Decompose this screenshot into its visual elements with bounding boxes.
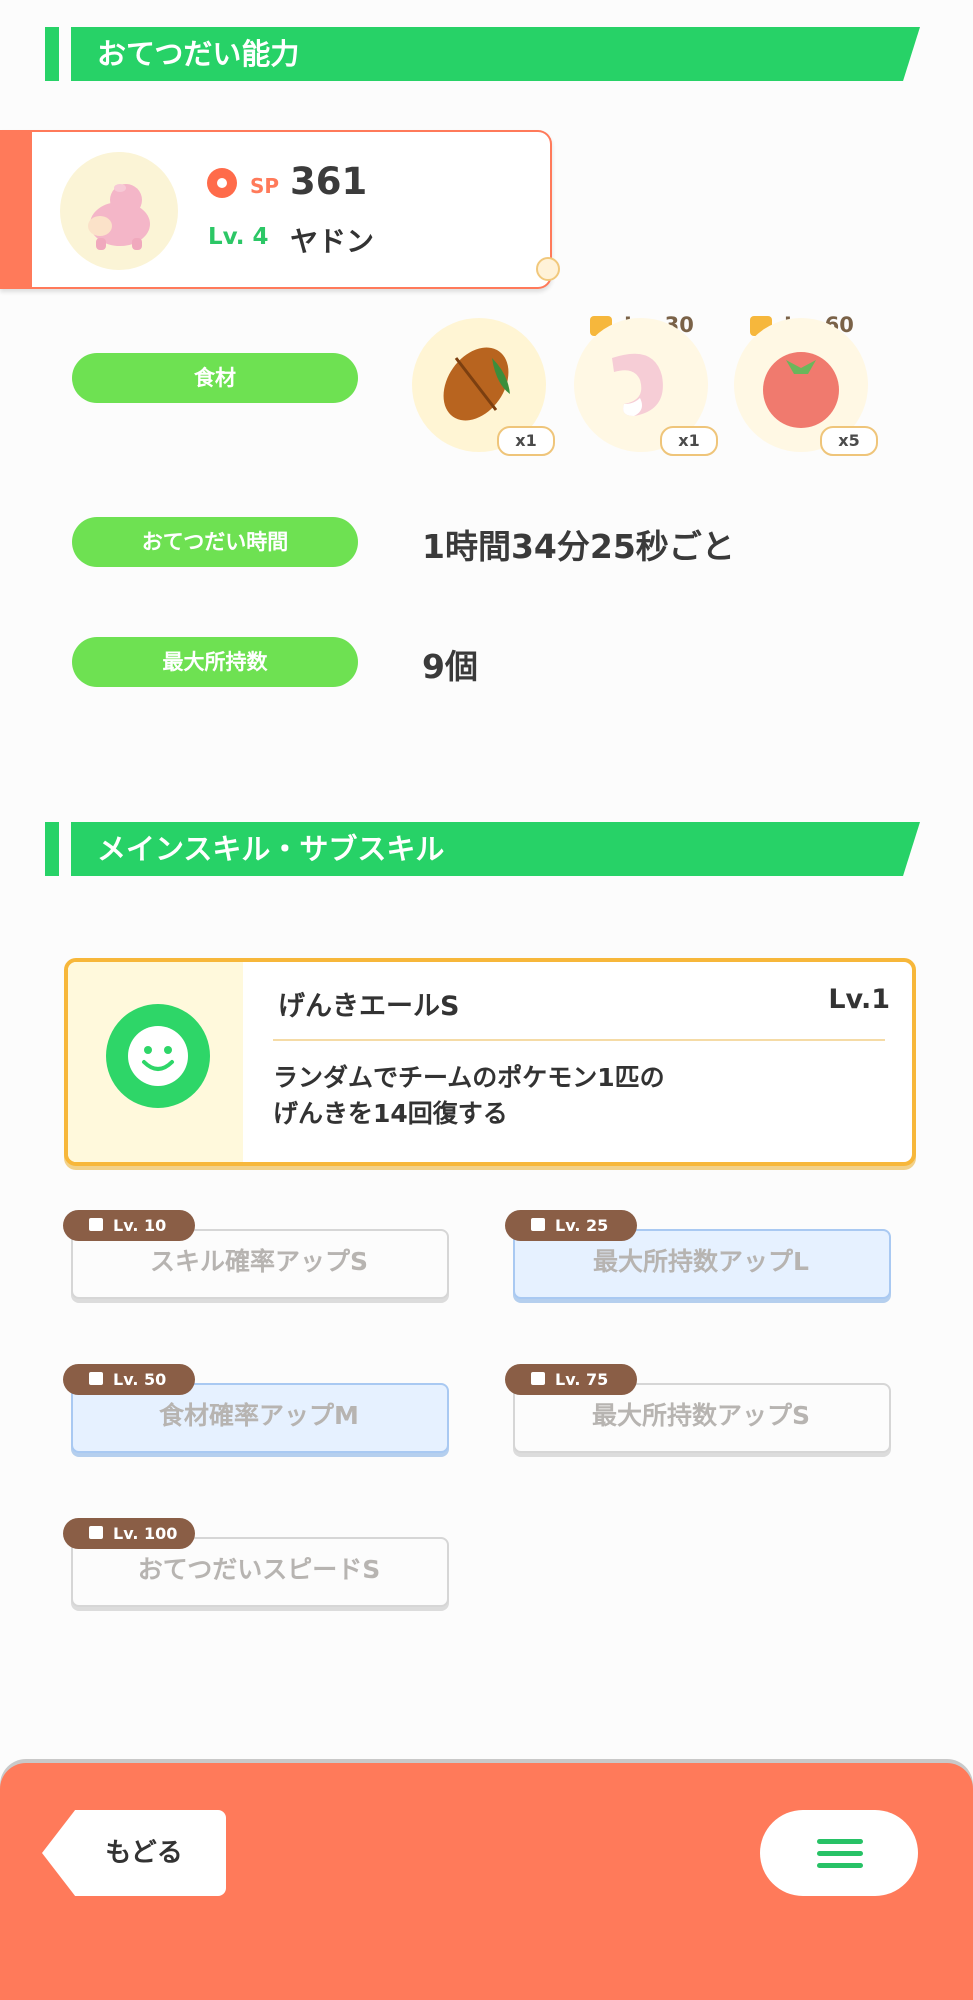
lock-icon [531,1372,545,1385]
lock-icon [89,1218,103,1231]
unlock-level: Lv. 10 [113,1216,167,1235]
pokemon-avatar [60,152,178,270]
smile-icon [106,1004,210,1108]
unlock-badge: Lv. 10 [63,1210,195,1241]
back-button[interactable]: もどる [42,1810,226,1896]
unlock-level: Lv. 50 [113,1370,167,1389]
section-title: メインスキル・サブスキル [97,832,445,866]
main-skill-level: Lv.1 [828,984,890,1015]
pokemon-card[interactable]: SP 361 Lv. 4 ヤドン [0,130,560,289]
desc-line: げんきを14回復する [273,1099,508,1128]
lock-icon [89,1526,103,1539]
section-header-accent [45,27,59,81]
section-header-ability: おてつだい能力 [45,27,920,81]
ingredient-1-qty: x1 [497,426,555,456]
main-skill-name: げんきエールS [278,991,460,1022]
sub-skill-1[interactable]: スキル確率アップS Lv. 10 [63,1210,449,1299]
unlock-badge: Lv. 100 [63,1518,195,1549]
unlock-level: Lv. 25 [555,1216,609,1235]
section-header-accent [45,822,59,876]
card-accent [0,132,32,287]
help-time-label: おてつだい時間 [72,517,358,567]
unlock-level: Lv. 100 [113,1524,178,1543]
back-label: もどる [105,1838,183,1868]
divider [273,1039,885,1041]
section-title: おてつだい能力 [97,37,300,71]
ingredients-label: 食材 [72,353,358,403]
main-skill-card[interactable]: げんきエールS Lv.1 ランダムでチームのポケモン1匹の げんきを14回復する [64,958,916,1166]
ingredient-3-qty: x5 [820,426,878,456]
sub-skill-3[interactable]: 食材確率アップM Lv. 50 [63,1364,449,1453]
sp-label: SP [250,174,280,198]
sp-value: 361 [290,160,368,203]
card-tab-indicator [536,257,560,281]
unlock-badge: Lv. 75 [505,1364,637,1395]
unlock-badge: Lv. 50 [63,1364,195,1395]
desc-line: ランダムでチームのポケモン1匹の [273,1063,665,1092]
lock-icon [531,1218,545,1231]
main-skill-description: ランダムでチームのポケモン1匹の げんきを14回復する [273,1060,873,1132]
max-carry-label: 最大所持数 [72,637,358,687]
sub-skill-5[interactable]: おてつだいスピードS Lv. 100 [63,1518,449,1607]
unlock-badge: Lv. 25 [505,1210,637,1241]
sub-skill-4[interactable]: 最大所持数アップS Lv. 75 [505,1364,891,1453]
menu-button[interactable] [760,1810,918,1896]
section-header-skill: メインスキル・サブスキル [45,822,920,876]
ingredient-2-qty: x1 [660,426,718,456]
unlock-level: Lv. 75 [555,1370,609,1389]
sp-icon [207,168,237,198]
skill-icon-bg [68,962,243,1162]
sub-skill-2[interactable]: 最大所持数アップL Lv. 25 [505,1210,891,1299]
help-time-value: 1時間34分25秒ごと [422,527,735,566]
max-carry-value: 9個 [422,647,478,686]
lock-icon [89,1372,103,1385]
pokemon-name: ヤドン [290,225,375,258]
pokemon-level: Lv. 4 [208,224,269,250]
